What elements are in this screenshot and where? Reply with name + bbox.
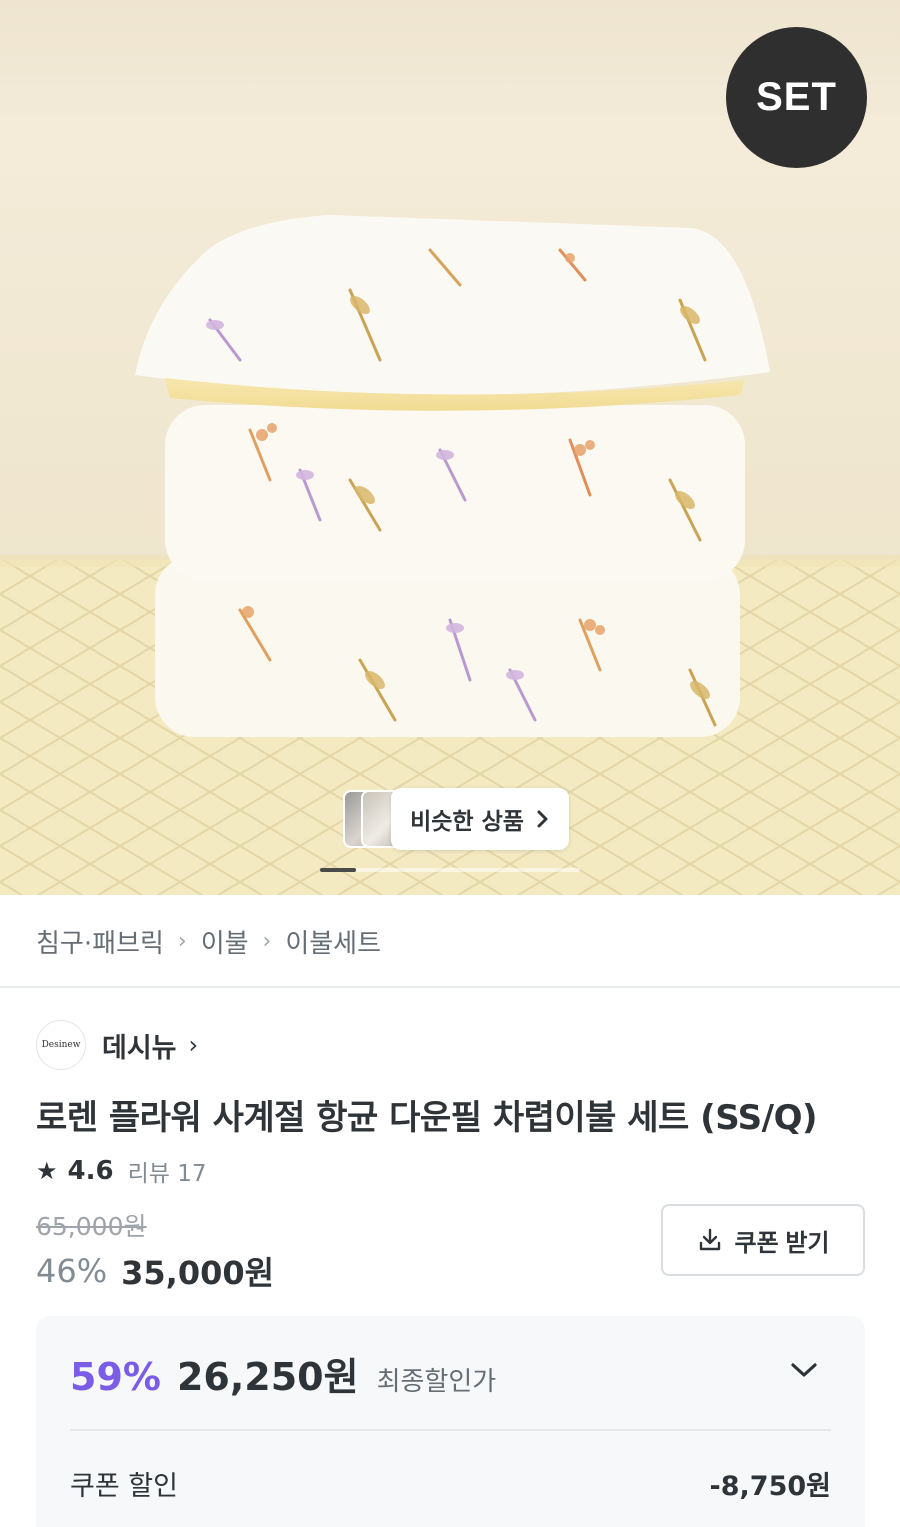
set-badge: SET — [726, 27, 867, 168]
product-title: 로렌 플라워 사계절 항균 다운필 차렵이불 세트 (SS/Q) — [36, 1098, 818, 1138]
brand-name: 데시뉴 — [102, 1032, 177, 1064]
similar-products[interactable]: 비슷한 상품 — [343, 788, 569, 850]
breadcrumb: 침구·패브릭 › 이불 › 이불세트 — [36, 918, 381, 964]
set-badge-label: SET — [756, 75, 837, 119]
discount-percent: 46% — [36, 1252, 108, 1290]
chevron-right-icon — [537, 810, 548, 828]
chevron-down-icon — [791, 1363, 817, 1377]
coupon-discount-row: 쿠폰 할인 -8,750원 — [70, 1464, 831, 1503]
original-price: 65,000원 — [36, 1212, 147, 1241]
final-price-card: 59% 26,250원 최종할인가 쿠폰 할인 -8,750원 — [36, 1316, 865, 1527]
final-price-label: 최종할인가 — [376, 1367, 497, 1397]
chevron-right-icon: › — [188, 1031, 199, 1059]
review-count[interactable]: 리뷰 17 — [128, 1154, 207, 1188]
final-discount-percent: 59% — [70, 1355, 161, 1399]
brand-logo: Desinew — [36, 1020, 86, 1070]
sale-price: 35,000원 — [121, 1254, 275, 1292]
breadcrumb-item-blanket-set[interactable]: 이불세트 — [285, 923, 381, 960]
section-divider — [0, 986, 900, 988]
card-divider — [70, 1429, 831, 1431]
download-icon — [699, 1228, 720, 1251]
similar-products-label: 비슷한 상품 — [410, 809, 524, 835]
final-price-row: 59% 26,250원 최종할인가 — [70, 1346, 496, 1401]
similar-products-button[interactable]: 비슷한 상품 — [391, 788, 569, 850]
breadcrumb-item-bedding[interactable]: 침구·패브릭 — [36, 923, 164, 960]
star-icon: ★ — [36, 1157, 58, 1185]
brand-logo-text: Desinew — [41, 1040, 81, 1050]
chevron-right-icon: › — [262, 928, 272, 954]
coupon-discount-label: 쿠폰 할인 — [70, 1471, 178, 1502]
rating-summary[interactable]: ★ 4.6 리뷰 17 — [36, 1154, 206, 1188]
product-image-carousel[interactable]: SET 비슷한 상품 — [0, 0, 900, 895]
coupon-discount-value: -8,750원 — [709, 1471, 831, 1502]
carousel-indicator-track — [356, 868, 580, 872]
brand-link[interactable]: Desinew 데시뉴 › — [36, 1020, 198, 1070]
get-coupon-label: 쿠폰 받기 — [734, 1229, 830, 1257]
chevron-right-icon: › — [177, 928, 187, 954]
get-coupon-button[interactable]: 쿠폰 받기 — [661, 1204, 865, 1276]
final-price: 26,250원 — [176, 1355, 359, 1399]
breadcrumb-item-blanket[interactable]: 이불 — [201, 923, 249, 960]
rating-score: 4.6 — [67, 1156, 114, 1186]
sale-price-row: 46% 35,000원 — [36, 1248, 274, 1294]
final-price-toggle[interactable] — [786, 1352, 822, 1388]
carousel-indicator-active — [320, 868, 356, 872]
